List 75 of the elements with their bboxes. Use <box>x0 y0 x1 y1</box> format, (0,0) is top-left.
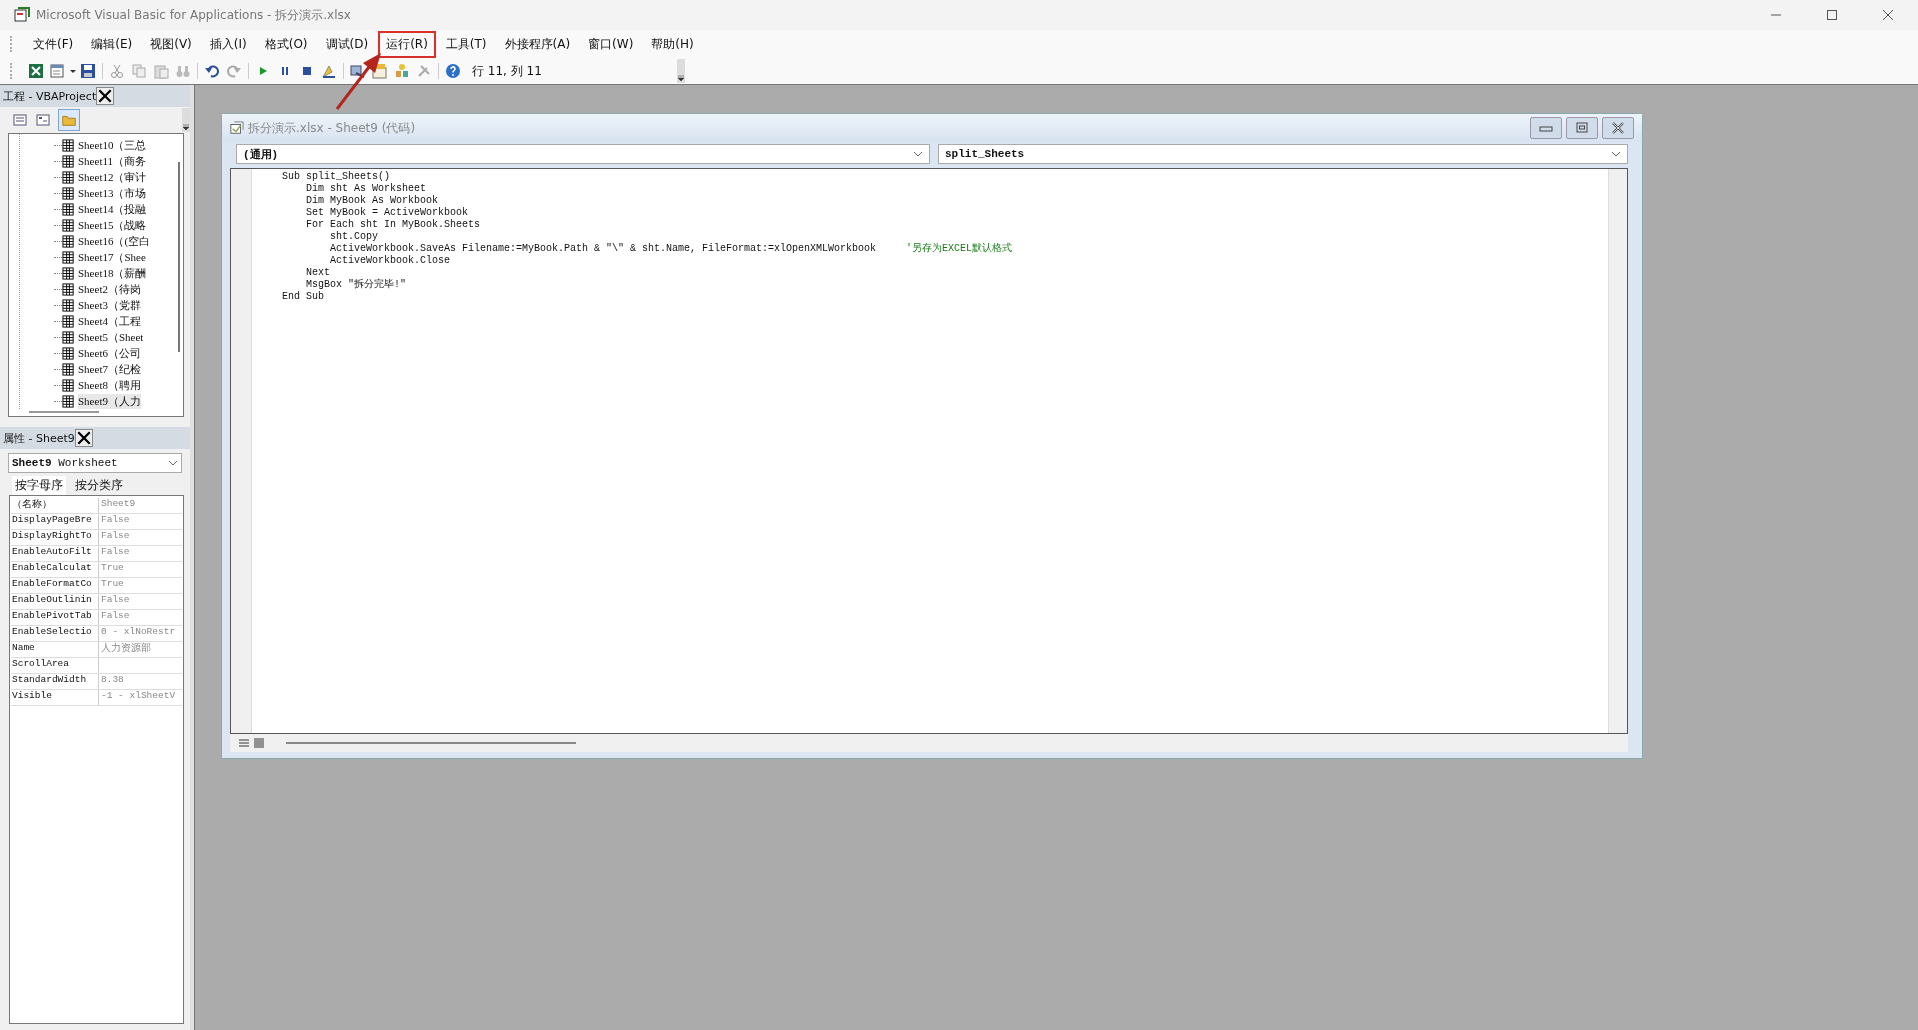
code-line: Next <box>305 267 330 279</box>
menu-item[interactable]: 格式(O) <box>256 30 316 58</box>
panel-title: 属性 - Sheet9 <box>3 430 75 446</box>
menu-item[interactable]: 帮助(H) <box>643 30 702 58</box>
menu-item[interactable]: 文件(F) <box>25 30 82 58</box>
tree-item[interactable]: Sheet18（薪酬 <box>78 265 147 281</box>
tab[interactable]: 按分类序 <box>72 475 126 495</box>
property-value[interactable]: True <box>99 562 124 577</box>
code-line: ActiveWorkbook.Close <box>329 255 451 267</box>
property-value[interactable]: False <box>99 610 130 625</box>
code-line: For Each sht In MyBook.Sheets <box>305 219 481 231</box>
property-value[interactable]: False <box>99 546 130 561</box>
property-name[interactable]: Visible <box>11 690 99 705</box>
property-name[interactable]: EnableCalculat <box>11 562 99 577</box>
cursor-position: 行 11, 列 11 <box>472 62 543 80</box>
tree-item[interactable]: Sheet10（三总 <box>78 137 147 153</box>
menu-item[interactable]: 编辑(E) <box>83 30 141 58</box>
tree-item[interactable]: Sheet11（商务 <box>78 153 147 169</box>
property-name[interactable]: EnableAutoFilt <box>11 546 99 561</box>
tree-item[interactable]: Sheet8（聘用 <box>78 377 141 393</box>
property-value[interactable]: 8.38 <box>99 674 124 689</box>
code-line: sht.Copy <box>329 231 378 243</box>
property-name[interactable]: EnableOutlinin <box>11 594 99 609</box>
code-line: Dim sht As Worksheet <box>305 183 427 195</box>
object-dropdown[interactable]: Sheet9 Worksheet <box>8 453 182 473</box>
code-line: MsgBox "拆分完毕!" <box>305 279 406 291</box>
tree-item[interactable]: Sheet15（战略 <box>78 217 147 233</box>
property-name[interactable]: Name <box>11 642 99 657</box>
property-value[interactable]: 人力资源部 <box>99 642 151 657</box>
procedure-dropdown[interactable]: split_Sheets <box>938 144 1628 164</box>
property-value[interactable]: 0 - xlNoRestr <box>99 626 176 641</box>
menu-item[interactable]: 视图(V) <box>142 30 200 58</box>
code-line: Set MyBook = ActiveWorkbook <box>305 207 469 219</box>
tree-item[interactable]: Sheet16（(空白 <box>78 233 151 249</box>
tree-item[interactable]: Sheet14（投融 <box>78 201 147 217</box>
tree-item[interactable]: Sheet12（审计 <box>78 169 147 185</box>
tree-item[interactable]: Sheet2（待岗 <box>78 281 141 297</box>
tree-item[interactable]: Sheet5（Sheet <box>78 329 144 345</box>
property-value[interactable]: False <box>99 530 130 545</box>
menu-item[interactable]: 外接程序(A) <box>496 30 579 58</box>
property-value[interactable]: False <box>99 594 130 609</box>
property-name[interactable]: ScrollArea <box>11 658 99 673</box>
tree-item[interactable]: Sheet3（党群 <box>78 297 141 313</box>
window-title: Microsoft Visual Basic for Applications - 拆分演示.xlsx <box>36 6 351 24</box>
property-value[interactable]: True <box>99 578 124 593</box>
code-line: ActiveWorkbook.SaveAs Filename:=MyBook.Path & "\" & sht.Name, FileFormat:=xlOpenXMLWorkbook <box>329 243 877 255</box>
property-name[interactable]: EnableSelectio <box>11 626 99 641</box>
code-line: End Sub <box>282 291 324 303</box>
property-value[interactable]: False <box>99 514 130 529</box>
tree-item[interactable]: Sheet17（Shee <box>78 249 146 265</box>
menu-item[interactable]: 运行(R) <box>378 30 436 58</box>
property-name[interactable]: EnableFormatCo <box>11 578 99 593</box>
menu-item[interactable]: 工具(T) <box>437 30 495 58</box>
property-value[interactable]: Sheet9 <box>99 498 136 513</box>
property-name[interactable]: （名称） <box>11 498 99 513</box>
menu-item[interactable]: 调试(D) <box>317 30 377 58</box>
object-dropdown[interactable]: (通用) <box>236 144 930 164</box>
property-name[interactable]: DisplayRightTo <box>11 530 99 545</box>
property-name[interactable]: DisplayPageBre <box>11 514 99 529</box>
property-name[interactable]: StandardWidth <box>11 674 99 689</box>
tree-item[interactable]: Sheet7（纪检 <box>78 361 141 377</box>
tree-item[interactable]: Sheet4（工程 <box>78 313 141 329</box>
property-value[interactable]: -1 - xlSheetV <box>99 690 176 705</box>
code-window-title: 拆分演示.xlsx - Sheet9 (代码) <box>248 119 416 137</box>
tree-item[interactable]: Sheet13（市场 <box>78 185 147 201</box>
property-name[interactable]: EnablePivotTab <box>11 610 99 625</box>
menu-item[interactable]: 窗口(W) <box>580 30 642 58</box>
tree-item[interactable]: Sheet9（人力 <box>78 393 141 409</box>
code-line: Sub split_Sheets() <box>282 171 391 183</box>
code-comment: '另存为EXCEL默认格式 <box>906 243 1013 255</box>
panel-title: 工程 - VBAProject <box>3 88 97 104</box>
menu-item[interactable]: 插入(I) <box>201 30 255 58</box>
tab[interactable]: 按字母序 <box>12 475 66 495</box>
tree-item[interactable]: Sheet6（公司 <box>78 345 141 361</box>
code-line: Dim MyBook As Workbook <box>305 195 439 207</box>
